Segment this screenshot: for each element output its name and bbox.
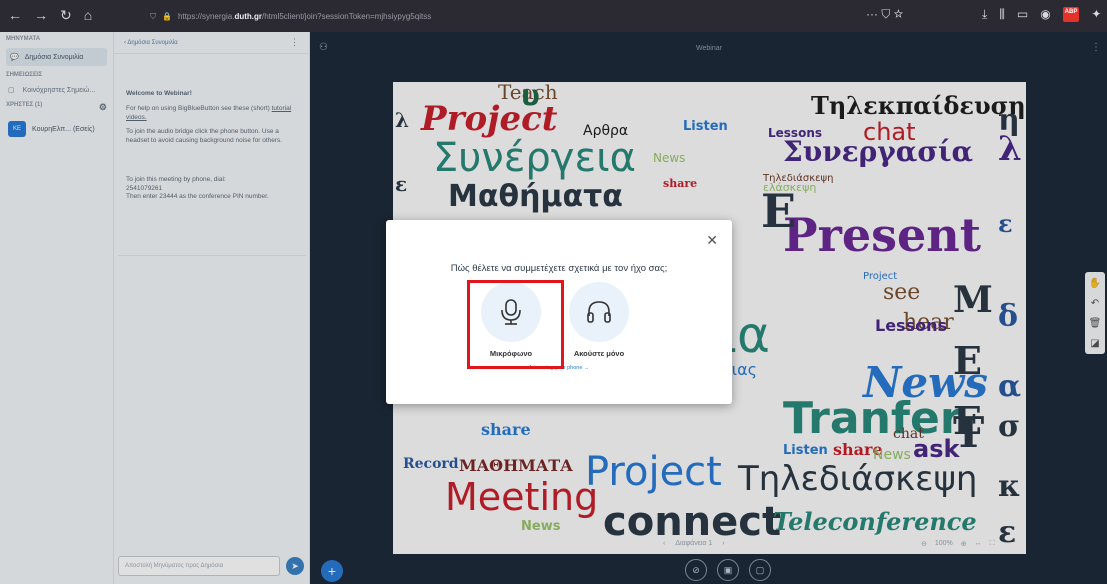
home-icon[interactable]: ⌂ (84, 7, 92, 24)
microphone-highlight-box (467, 280, 564, 369)
headphones-icon (569, 282, 629, 342)
listen-only-label: Ακούστε μόνο (573, 349, 625, 358)
library-icon[interactable]: ⫼ (999, 7, 1005, 22)
audio-prompt: Πώς θέλετε να συμμετέχετε σχετικά με τον… (450, 263, 668, 274)
browser-toolbar: ← → ↻ ⌂ ⛉ 🔒 https://synergia.duth.gr/htm… (0, 0, 1107, 32)
download-icon[interactable]: ⤓ (982, 7, 987, 22)
shield-icon: ⛉ (150, 11, 156, 21)
address-bar[interactable]: ⛉ 🔒 https://synergia.duth.gr/html5client… (150, 8, 480, 25)
gift-icon[interactable]: ✦ (1091, 7, 1101, 22)
reload-icon[interactable]: ↻ (60, 7, 72, 24)
close-icon[interactable]: ✕ (706, 232, 718, 249)
browser-nav: ← → ↻ ⌂ (8, 7, 92, 24)
sidebar-icon[interactable]: ▭ (1017, 7, 1028, 22)
back-icon[interactable]: ← (8, 7, 22, 24)
adblock-icon[interactable]: ABP (1062, 7, 1080, 22)
browser-extensions: ⤓ ⫼ ▭ ◉ ABP ✦ ≡ (982, 7, 1107, 22)
page-actions[interactable]: ··· ⛉ ☆ (866, 7, 903, 22)
forward-icon[interactable]: → (34, 7, 48, 24)
page-actions-icons[interactable]: ··· ⛉ ☆ (866, 7, 903, 22)
lock-icon: 🔒 (162, 12, 172, 21)
listen-only-option-button[interactable]: Ακούστε μόνο (566, 282, 632, 358)
url-text: https://synergia.duth.gr/html5client/joi… (177, 12, 432, 21)
account-icon[interactable]: ◉ (1040, 7, 1050, 22)
